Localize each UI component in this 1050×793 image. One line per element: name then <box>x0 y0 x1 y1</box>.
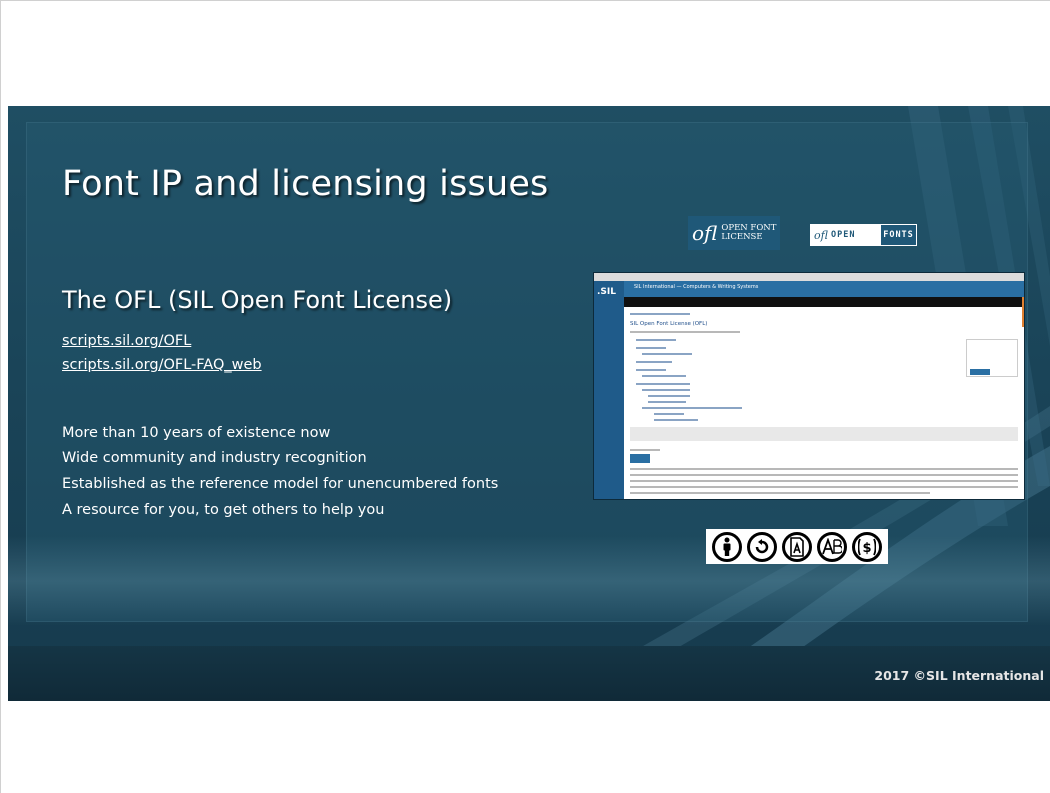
text-line <box>630 331 740 333</box>
text-line <box>642 407 742 409</box>
ofl-link[interactable]: scripts.sil.org/OFL <box>62 333 191 349</box>
site-header: SIL International — Computers & Writing … <box>594 281 1024 297</box>
text-line <box>636 369 666 371</box>
bullet-item: Established as the reference model for u… <box>62 476 499 492</box>
site-title: SIL International — Computers & Writing … <box>634 284 759 290</box>
site-sidebar: .SIL <box>594 281 624 499</box>
slide: Font IP and licensing issues ofl OPEN FO… <box>8 106 1050 701</box>
bullet-item: Wide community and industry recognition <box>62 450 367 466</box>
sil-logo: .SIL <box>597 287 616 297</box>
svg-text:$: $ <box>863 541 872 556</box>
text-line <box>648 401 686 403</box>
text-line <box>630 486 1018 488</box>
bullet-item: A resource for you, to get others to hel… <box>62 502 385 518</box>
download-button <box>630 454 650 463</box>
font-embedding-icon-glyph <box>790 536 804 557</box>
sidebar-button <box>970 369 990 375</box>
text-line <box>630 313 690 315</box>
notice-box <box>630 427 1018 441</box>
ofl-logo-line2: LICENSE <box>721 232 763 242</box>
text-line <box>630 480 1018 482</box>
slide-subtitle: The OFL (SIL Open Font License) <box>62 286 453 314</box>
badge-right: FONTS <box>881 225 916 245</box>
text-line <box>642 353 692 355</box>
no-sale-icon-glyph: $ <box>858 538 877 556</box>
copyleft-icon <box>746 531 777 562</box>
ofl-faq-link[interactable]: scripts.sil.org/OFL-FAQ_web <box>62 357 262 373</box>
badge-fonts: FONTS <box>883 230 914 240</box>
page-heading: SIL Open Font License (OFL) <box>630 321 708 327</box>
background-sheen <box>8 536 1050 626</box>
text-line <box>654 419 698 421</box>
no-sale-icon: $ <box>852 531 883 562</box>
slide-title: Font IP and licensing issues <box>62 164 549 204</box>
text-line <box>630 474 1018 476</box>
text-line <box>636 383 690 385</box>
text-line <box>654 413 684 415</box>
badge-ofl: ofl <box>814 228 828 242</box>
text-line <box>630 492 930 494</box>
text-line <box>630 449 660 451</box>
ofl-logo: ofl OPEN FONT LICENSE <box>688 216 780 250</box>
attribution-icon-glyph <box>723 537 731 556</box>
modification-icon <box>817 531 848 562</box>
text-line <box>648 395 690 397</box>
font-embedding-icon <box>781 531 812 562</box>
scrollbar <box>1022 297 1024 327</box>
site-navbar <box>624 297 1024 307</box>
license-icons: $ <box>706 529 888 564</box>
open-fonts-badge: ofl OPEN FONTS <box>810 224 917 246</box>
badge-left: ofl OPEN <box>811 225 881 245</box>
ofl-mark: ofl <box>692 221 718 245</box>
ofl-website-screenshot: SIL International — Computers & Writing … <box>593 272 1025 500</box>
text-line <box>636 339 676 341</box>
text-line <box>642 375 686 377</box>
modification-icon-glyph <box>822 537 843 554</box>
ofl-logo-text: OPEN FONT LICENSE <box>721 224 776 242</box>
text-line <box>636 347 666 349</box>
bullet-item: More than 10 years of existence now <box>62 425 331 441</box>
attribution-icon <box>711 531 742 562</box>
copyright-footer: 2017 ©SIL International <box>874 668 1044 683</box>
text-line <box>630 468 1018 470</box>
browser-chrome <box>594 273 1024 281</box>
copyleft-icon-glyph <box>755 538 768 553</box>
badge-open: OPEN <box>830 230 856 240</box>
text-line <box>642 389 690 391</box>
text-line <box>636 361 672 363</box>
